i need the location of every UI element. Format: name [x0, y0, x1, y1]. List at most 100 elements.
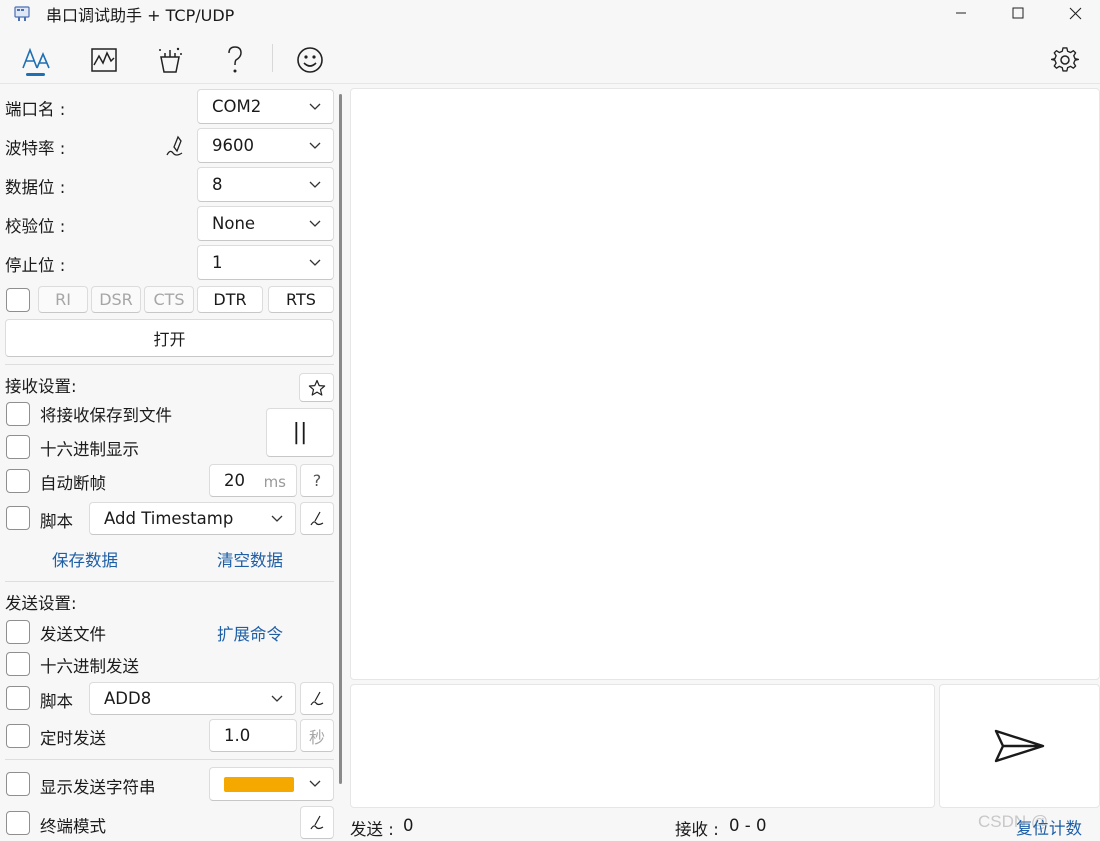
- send-text-area[interactable]: [350, 684, 935, 808]
- frame-help-button[interactable]: ?: [300, 464, 334, 497]
- send-script-label: 脚本: [40, 692, 73, 711]
- maximize-icon: [1012, 7, 1024, 19]
- waveform-chart-icon[interactable]: [87, 43, 121, 77]
- minimize-button[interactable]: [932, 0, 990, 26]
- timed-send-checkbox[interactable]: [6, 724, 30, 748]
- close-icon: [1069, 7, 1081, 19]
- sent-count-value: 0: [403, 816, 414, 835]
- toolbar-separator: [272, 44, 273, 72]
- send-script-select[interactable]: ADD8: [89, 682, 296, 715]
- hex-display-label: 十六进制显示: [40, 440, 139, 459]
- timed-send-label: 定时发送: [40, 729, 106, 748]
- chevron-down-icon: [271, 695, 283, 702]
- app-icon: [14, 6, 30, 21]
- edit-receive-script-button[interactable]: [300, 502, 334, 535]
- toolbar-divider: [0, 83, 1100, 84]
- text-format-icon[interactable]: [19, 43, 53, 77]
- receive-script-value: Add Timestamp: [104, 509, 234, 528]
- auto-frame-checkbox[interactable]: [6, 469, 30, 493]
- save-data-link[interactable]: 保存数据: [52, 547, 118, 571]
- hex-display-checkbox[interactable]: [6, 435, 30, 459]
- pen-icon: [310, 511, 324, 525]
- parity-select[interactable]: None: [197, 206, 334, 241]
- star-icon: [308, 379, 325, 396]
- terminal-mode-label: 终端模式: [40, 817, 106, 836]
- frame-timeout-input[interactable]: 20 ms: [209, 464, 297, 497]
- show-send-string-checkbox[interactable]: [6, 772, 30, 796]
- send-button[interactable]: [939, 684, 1100, 808]
- extend-command-link[interactable]: 扩展命令: [217, 621, 283, 645]
- timer-interval-value: 1.0: [224, 726, 251, 745]
- chevron-down-icon: [309, 259, 321, 266]
- parity-value: None: [212, 214, 256, 233]
- receive-settings-title: 接收设置:: [5, 377, 77, 396]
- timer-interval-input[interactable]: 1.0: [209, 719, 297, 752]
- port-value: COM2: [212, 97, 262, 116]
- port-label: 端口名 :: [5, 100, 66, 119]
- terminal-settings-button[interactable]: [300, 806, 334, 839]
- smiley-icon[interactable]: [293, 43, 327, 77]
- terminal-mode-checkbox[interactable]: [6, 811, 30, 835]
- ri-button: RI: [38, 286, 88, 313]
- signal-checkbox[interactable]: [6, 288, 30, 312]
- save-to-file-checkbox[interactable]: [6, 402, 30, 426]
- send-script-checkbox[interactable]: [6, 686, 30, 710]
- baud-label: 波特率 :: [5, 139, 66, 158]
- help-icon[interactable]: [218, 43, 252, 77]
- receive-text-area[interactable]: [350, 88, 1100, 680]
- chevron-down-icon: [309, 103, 321, 110]
- timer-unit-label: 秒: [300, 719, 334, 752]
- dsr-button: DSR: [91, 286, 141, 313]
- dtr-button[interactable]: DTR: [197, 286, 263, 313]
- favorite-button[interactable]: [299, 373, 334, 402]
- port-select[interactable]: COM2: [197, 89, 334, 124]
- color-swatch: [224, 776, 294, 792]
- frame-timeout-value: 20: [224, 471, 245, 490]
- send-file-checkbox[interactable]: [6, 620, 30, 644]
- title-bar: 串口调试助手 + TCP/UDP: [0, 0, 1100, 28]
- stop-bits-label: 停止位 :: [5, 256, 66, 275]
- stop-bits-select[interactable]: 1: [197, 245, 334, 280]
- parity-label: 校验位 :: [5, 217, 66, 236]
- data-bits-select[interactable]: 8: [197, 167, 334, 202]
- pause-button[interactable]: ||: [266, 408, 334, 457]
- divider: [5, 364, 334, 365]
- edit-send-script-button[interactable]: [300, 682, 334, 715]
- pen-icon: [310, 815, 324, 829]
- maximize-button[interactable]: [989, 0, 1047, 26]
- left-panel-scrollbar[interactable]: [339, 94, 342, 784]
- gear-icon[interactable]: [1048, 43, 1082, 77]
- reset-count-link[interactable]: 复位计数: [1016, 815, 1082, 839]
- send-file-label: 发送文件: [40, 625, 106, 644]
- magic-wand-icon[interactable]: [153, 43, 187, 77]
- send-settings-title: 发送设置:: [5, 594, 77, 613]
- chevron-down-icon: [309, 780, 321, 787]
- baud-select[interactable]: 9600: [197, 128, 334, 163]
- sent-count-label: 发送 :: [350, 820, 394, 839]
- window-title: 串口调试助手 + TCP/UDP: [46, 6, 235, 25]
- rts-button[interactable]: RTS: [268, 286, 334, 313]
- open-port-button[interactable]: 打开: [5, 319, 334, 357]
- cts-button: CTS: [144, 286, 194, 313]
- frame-timeout-unit: ms: [263, 473, 286, 491]
- chevron-down-icon: [309, 181, 321, 188]
- chevron-down-icon: [271, 515, 283, 522]
- hex-send-checkbox[interactable]: [6, 652, 30, 676]
- baud-value: 9600: [212, 136, 254, 155]
- pen-icon[interactable]: [164, 135, 186, 159]
- chevron-down-icon: [309, 220, 321, 227]
- divider: [5, 581, 334, 582]
- hex-send-label: 十六进制发送: [40, 657, 139, 676]
- chevron-down-icon: [309, 142, 321, 149]
- send-script-value: ADD8: [104, 689, 152, 708]
- auto-frame-label: 自动断帧: [40, 474, 106, 493]
- receive-script-select[interactable]: Add Timestamp: [89, 502, 296, 535]
- recv-count-label: 接收 :: [675, 820, 719, 839]
- active-tab-indicator: [26, 73, 45, 76]
- clear-data-link[interactable]: 清空数据: [217, 547, 283, 571]
- close-button[interactable]: [1046, 0, 1100, 26]
- receive-script-checkbox[interactable]: [6, 506, 30, 530]
- data-bits-label: 数据位 :: [5, 178, 66, 197]
- show-send-string-label: 显示发送字符串: [40, 778, 156, 797]
- send-color-select[interactable]: [209, 767, 334, 801]
